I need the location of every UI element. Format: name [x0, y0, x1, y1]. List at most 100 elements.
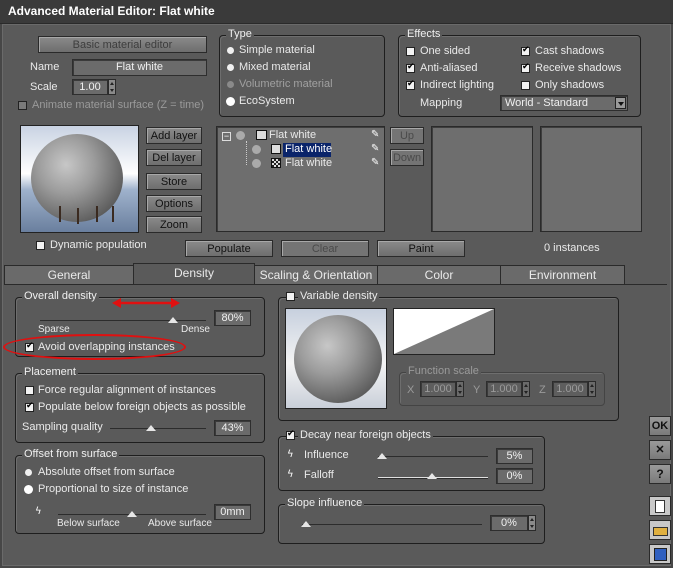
- add-layer-button[interactable]: Add layer: [146, 127, 202, 144]
- layer-tree[interactable]: [216, 126, 385, 232]
- cast-shadows-checkbox[interactable]: [521, 45, 530, 56]
- overall-density-value[interactable]: 80%: [214, 310, 251, 326]
- function-scale-x-spinner[interactable]: [456, 381, 464, 397]
- variable-density-checkbox[interactable]: [286, 292, 295, 301]
- effects-group-title: Effects: [405, 28, 443, 40]
- overall-density-title: Overall density: [22, 290, 99, 302]
- lightning-icon: ϟ: [287, 469, 294, 480]
- overall-density-track[interactable]: [40, 320, 206, 321]
- del-layer-button[interactable]: Del layer: [146, 149, 202, 166]
- pencil-icon[interactable]: ✎: [371, 143, 379, 154]
- pencil-icon[interactable]: ✎: [371, 129, 379, 140]
- up-button[interactable]: Up: [390, 127, 424, 144]
- collapse-icon[interactable]: −: [222, 132, 231, 141]
- document-icon: [655, 500, 665, 513]
- indirect-lighting-checkbox[interactable]: [406, 79, 415, 90]
- absolute-offset-radio[interactable]: [25, 469, 32, 476]
- influence-value[interactable]: 5%: [496, 448, 533, 464]
- populate-button[interactable]: Populate: [185, 240, 273, 257]
- receive-shadows-checkbox[interactable]: [521, 62, 530, 73]
- scale-label: Scale: [30, 81, 58, 93]
- slope-influence-track[interactable]: [302, 524, 482, 525]
- clear-button[interactable]: Clear: [281, 240, 369, 257]
- sampling-quality-track[interactable]: [110, 428, 206, 429]
- above-surface-label: Above surface: [148, 518, 212, 529]
- pencil-icon[interactable]: ✎: [371, 157, 379, 168]
- save-button[interactable]: [649, 544, 671, 564]
- tab-divider: [4, 284, 667, 285]
- tab-density[interactable]: Density: [133, 263, 255, 284]
- slope-influence-spinner[interactable]: [528, 515, 536, 531]
- help-button[interactable]: ?: [649, 464, 671, 484]
- animate-surface-label: Animate material surface (Z = time): [32, 99, 205, 111]
- tree-item-root[interactable]: Flat white: [269, 129, 316, 141]
- open-button[interactable]: [649, 520, 671, 540]
- overall-density-slider[interactable]: [167, 317, 178, 323]
- paint-button[interactable]: Paint: [377, 240, 465, 257]
- function-scale-z-spinner[interactable]: [588, 381, 596, 397]
- zoom-button[interactable]: Zoom: [146, 216, 202, 233]
- anti-aliased-checkbox[interactable]: [406, 62, 415, 73]
- preview-instance: [77, 208, 79, 224]
- ecosystem-radio[interactable]: [227, 98, 234, 105]
- anti-aliased-label: Anti-aliased: [420, 62, 478, 74]
- simple-material-radio[interactable]: [227, 47, 234, 54]
- type-group-title: Type: [226, 28, 254, 40]
- function-scale-y[interactable]: 1.000: [486, 381, 522, 397]
- dynamic-population-label: Dynamic population: [50, 239, 147, 251]
- store-button[interactable]: Store: [146, 173, 202, 190]
- force-regular-checkbox[interactable]: [25, 386, 34, 395]
- slope-influence-value[interactable]: 0%: [490, 515, 528, 531]
- options-button[interactable]: Options: [146, 195, 202, 212]
- basic-material-editor-button[interactable]: Basic material editor: [38, 36, 207, 53]
- material-icon: [252, 159, 261, 168]
- lightning-icon: ϟ: [287, 449, 294, 460]
- slope-influence-slider[interactable]: [301, 521, 311, 527]
- receive-shadows-label: Receive shadows: [535, 62, 622, 74]
- dynamic-population-checkbox[interactable]: [36, 241, 45, 250]
- scale-input[interactable]: 1.00: [72, 79, 108, 95]
- animate-surface-checkbox[interactable]: [18, 101, 27, 110]
- down-button[interactable]: Down: [390, 149, 424, 166]
- populate-below-checkbox[interactable]: [25, 401, 34, 412]
- proportional-label: Proportional to size of instance: [38, 483, 189, 495]
- influence-track[interactable]: [378, 456, 488, 457]
- scale-spinner[interactable]: [108, 79, 116, 95]
- function-scale-y-spinner[interactable]: [522, 381, 530, 397]
- close-button[interactable]: ✕: [649, 440, 671, 460]
- decay-checkbox[interactable]: [286, 429, 295, 440]
- tab-color[interactable]: Color: [377, 265, 501, 284]
- only-shadows-checkbox[interactable]: [521, 81, 530, 90]
- falloff-slider[interactable]: [427, 473, 437, 479]
- force-regular-label: Force regular alignment of instances: [38, 384, 216, 396]
- offset-value[interactable]: 0mm: [214, 504, 251, 520]
- new-document-button[interactable]: [649, 496, 671, 516]
- tab-general[interactable]: General: [4, 265, 134, 284]
- name-input[interactable]: Flat white: [72, 59, 207, 76]
- falloff-value[interactable]: 0%: [496, 468, 533, 484]
- one-sided-checkbox[interactable]: [406, 47, 415, 56]
- mixed-material-radio[interactable]: [227, 64, 234, 71]
- function-scale-z[interactable]: 1.000: [552, 381, 588, 397]
- density-function-curve[interactable]: [393, 308, 495, 355]
- tab-environment[interactable]: Environment: [500, 265, 625, 284]
- tree-item-2[interactable]: Flat white: [285, 157, 332, 169]
- proportional-radio[interactable]: [25, 486, 32, 493]
- sampling-quality-value[interactable]: 43%: [214, 420, 251, 436]
- tree-item-1[interactable]: Flat white: [285, 143, 332, 155]
- offset-slider[interactable]: [127, 511, 137, 517]
- function-scale-x[interactable]: 1.000: [420, 381, 456, 397]
- sampling-quality-slider[interactable]: [146, 425, 157, 431]
- ok-button[interactable]: OK: [649, 416, 671, 436]
- simple-material-label: Simple material: [239, 44, 315, 56]
- volumetric-material-radio[interactable]: [227, 81, 234, 88]
- tab-scaling-orientation[interactable]: Scaling & Orientation: [254, 265, 378, 284]
- function-scale-title: Function scale: [406, 365, 481, 377]
- cast-shadows-label: Cast shadows: [535, 45, 605, 57]
- title-bar: Advanced Material Editor: Flat white: [0, 0, 673, 24]
- layer-preview-1: [431, 126, 533, 232]
- mapping-dropdown-button[interactable]: [615, 97, 626, 109]
- mapping-select[interactable]: World - Standard: [500, 95, 628, 111]
- layer-preview-2: [540, 126, 642, 232]
- influence-slider[interactable]: [377, 453, 387, 459]
